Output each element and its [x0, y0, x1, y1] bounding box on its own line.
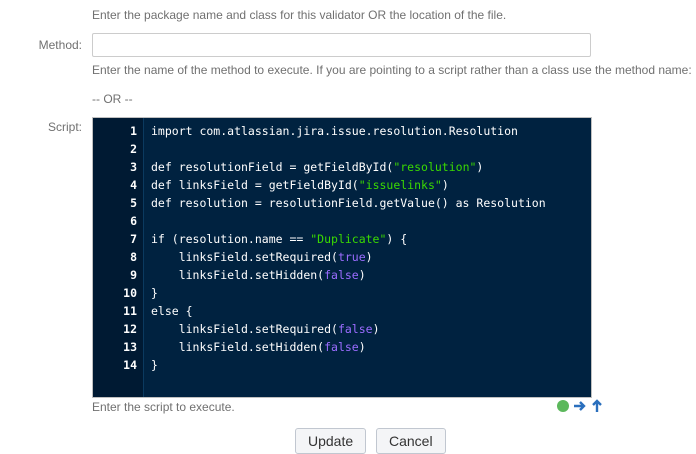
code-text: linksField.setHidden(false) — [151, 268, 366, 282]
green-dot-icon[interactable] — [556, 399, 570, 413]
line-number: 3 — [130, 160, 137, 174]
line-number: 7 — [130, 232, 137, 246]
code-line: 5 def resolution = resolutionField.getVal… — [93, 194, 591, 212]
code-line: 11 else { — [93, 302, 591, 320]
code-text: linksField.setRequired(true) — [151, 250, 373, 264]
code-text: def resolution = resolutionField.getValu… — [151, 196, 546, 210]
arrow-right-icon[interactable] — [573, 399, 587, 413]
code-line: 6 — [93, 212, 591, 230]
code-line: 8 linksField.setRequired(true) — [93, 248, 591, 266]
method-label: Method: — [38, 38, 82, 52]
code-line: 9 linksField.setHidden(false) — [93, 266, 591, 284]
line-number: 14 — [123, 358, 137, 372]
code-line: 13 linksField.setHidden(false) — [93, 338, 591, 356]
code-text: if (resolution.name == "Duplicate") { — [151, 232, 408, 246]
line-number: 12 — [123, 322, 137, 336]
line-number: 9 — [130, 268, 137, 282]
or-separator: -- OR -- — [92, 92, 133, 106]
code-line: 7 if (resolution.name == "Duplicate") { — [93, 230, 591, 248]
line-number: 2 — [130, 142, 137, 156]
script-label: Script: — [47, 120, 82, 134]
line-number: 4 — [130, 178, 137, 192]
code-line: 1 import com.atlassian.jira.issue.resolut… — [93, 122, 591, 140]
line-number: 8 — [130, 250, 137, 264]
editor-tools — [556, 399, 604, 413]
code-line: 14} — [93, 356, 591, 374]
script-editor[interactable]: 1 import com.atlassian.jira.issue.resolut… — [92, 117, 592, 398]
line-number: 5 — [130, 196, 137, 210]
arrow-up-icon[interactable] — [590, 399, 604, 413]
code-text: import com.atlassian.jira.issue.resoluti… — [151, 124, 518, 138]
code-text: } — [151, 358, 158, 372]
code-text: def linksField = getFieldById("issuelink… — [151, 178, 449, 192]
code-line: 10} — [93, 284, 591, 302]
line-number: 10 — [123, 286, 137, 300]
class-help-text: Enter the package name and class for thi… — [92, 8, 507, 22]
method-input[interactable] — [92, 33, 591, 57]
code-area[interactable]: 1 import com.atlassian.jira.issue.resolut… — [93, 122, 591, 374]
code-text: linksField.setHidden(false) — [151, 340, 366, 354]
code-text: else { — [151, 304, 193, 318]
line-number: 13 — [123, 340, 137, 354]
line-number: 6 — [130, 214, 137, 228]
code-line: 4 def linksField = getFieldById("issuelin… — [93, 176, 591, 194]
code-text: linksField.setRequired(false) — [151, 322, 380, 336]
code-line: 3 def resolutionField = getFieldById("res… — [93, 158, 591, 176]
code-line: 12 linksField.setRequired(false) — [93, 320, 591, 338]
code-line: 2 — [93, 140, 591, 158]
update-button[interactable]: Update — [295, 428, 367, 454]
code-text: } — [151, 286, 158, 300]
line-number: 1 — [130, 124, 137, 138]
script-help-text: Enter the script to execute. — [92, 400, 235, 414]
code-text: def resolutionField = getFieldById("reso… — [151, 160, 484, 174]
line-number: 11 — [123, 304, 137, 318]
method-help-text: Enter the name of the method to execute.… — [92, 63, 692, 77]
cancel-button[interactable]: Cancel — [376, 428, 446, 454]
